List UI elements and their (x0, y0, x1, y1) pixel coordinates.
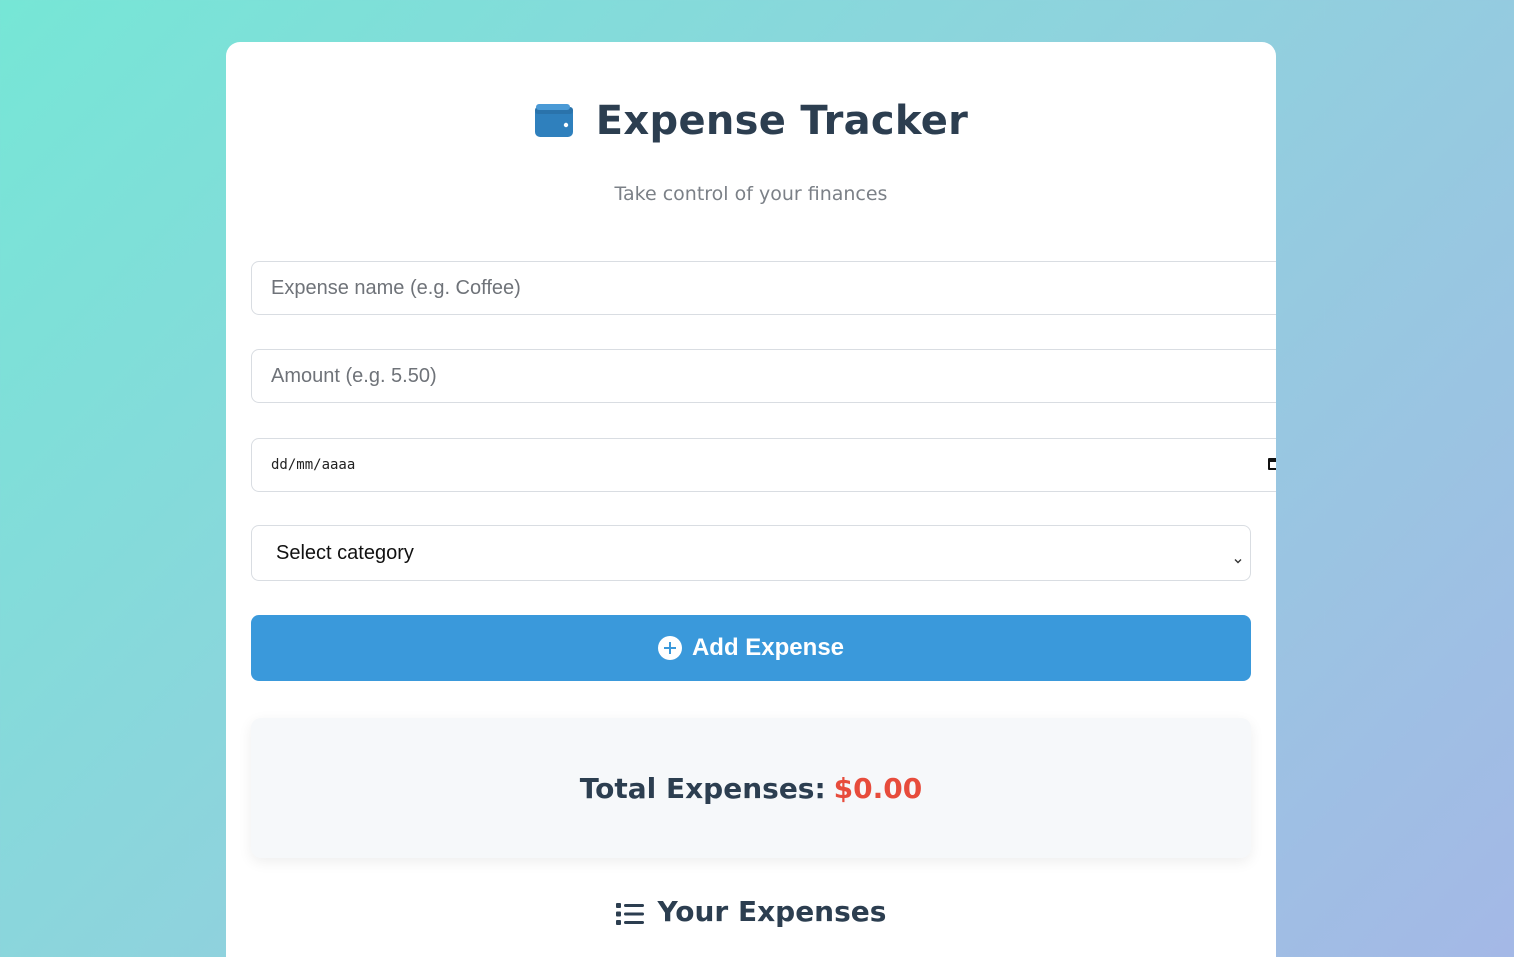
date-input[interactable]: dd/mm/aaaa (251, 438, 1276, 492)
amount-input[interactable]: Amount (e.g. 5.50) (251, 349, 1276, 403)
page-header: Expense Tracker (226, 98, 1276, 144)
your-expenses-heading: Your Expenses (226, 895, 1276, 928)
add-expense-label: Add Expense (691, 634, 845, 661)
page-subtitle: Take control of your finances (614, 183, 888, 205)
plus-circle-icon (657, 636, 682, 660)
wallet-icon (534, 103, 574, 139)
total-amount: $0.00 (833, 771, 923, 805)
amount-placeholder: Amount (e.g. 5.50) (271, 364, 437, 387)
list-icon (615, 900, 644, 925)
page-title: Expense Tracker (595, 98, 969, 144)
calendar-icon[interactable] (1268, 458, 1276, 470)
your-expenses-title: Your Expenses (657, 895, 887, 928)
add-expense-button[interactable]: Add Expense (251, 615, 1251, 681)
expense-name-input[interactable]: Expense name (e.g. Coffee) (251, 261, 1276, 315)
total-expenses-panel: Total Expenses: $0.00 (251, 718, 1251, 858)
date-placeholder: dd/mm/aaaa (271, 457, 356, 473)
title-row: Expense Tracker (534, 98, 968, 144)
expense-tracker-card: Expense Tracker Take control of your fin… (226, 42, 1276, 957)
chevron-down-icon (1234, 548, 1242, 564)
expense-name-placeholder: Expense name (e.g. Coffee) (271, 276, 521, 299)
category-selected-value: Select category (276, 541, 414, 564)
category-select[interactable]: Select category (251, 525, 1251, 581)
total-label: Total Expenses: (579, 771, 826, 805)
